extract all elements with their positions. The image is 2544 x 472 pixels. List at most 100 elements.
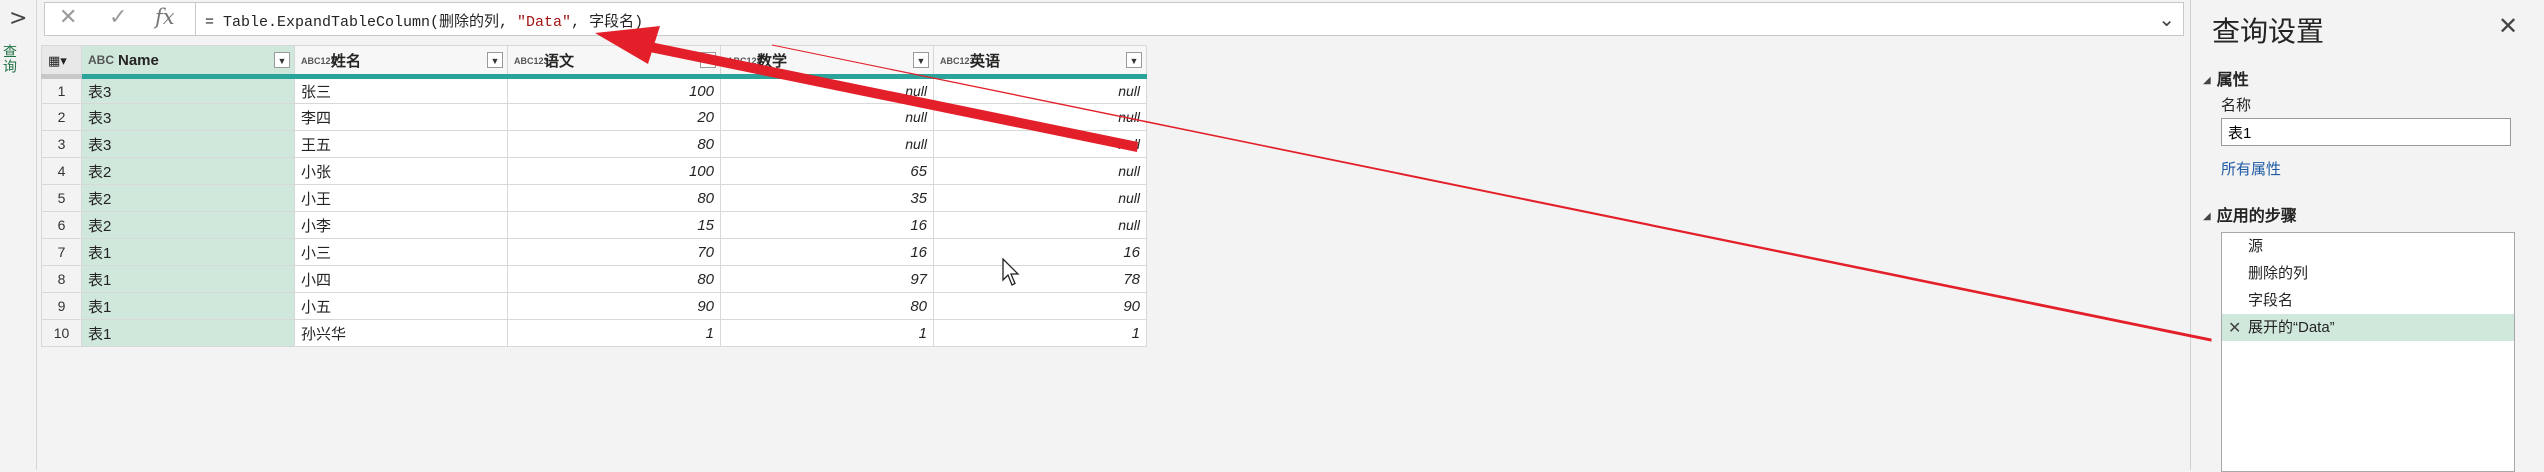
table-cell[interactable]: 小五 (294, 292, 508, 320)
table-cell[interactable]: 100 (507, 76, 721, 104)
filter-dropdown-icon[interactable]: ▼ (1126, 52, 1142, 68)
table-cell[interactable]: 70 (507, 238, 721, 266)
table-row[interactable]: 8 表1 小四 80 97 78 (41, 265, 1147, 293)
filter-dropdown-icon[interactable]: ▼ (913, 52, 929, 68)
applied-steps-section-header[interactable]: ◢ 应用的步骤 (2203, 202, 2297, 226)
table-cell[interactable]: 小张 (294, 157, 508, 185)
all-properties-link[interactable]: 所有属性 (2221, 158, 2281, 179)
table-cell[interactable]: 表3 (81, 130, 295, 158)
table-cell[interactable]: 80 (507, 184, 721, 212)
filter-dropdown-icon[interactable]: ▼ (487, 52, 503, 68)
row-number[interactable]: 10 (41, 319, 82, 347)
query-name-input[interactable] (2221, 118, 2511, 146)
applied-step-item[interactable]: 删除的列 (2222, 260, 2514, 287)
table-cell[interactable]: 100 (507, 157, 721, 185)
table-cell[interactable]: 16 (933, 238, 1147, 266)
table-cell[interactable]: 20 (507, 103, 721, 131)
table-cell[interactable]: 65 (720, 157, 934, 185)
filter-dropdown-icon[interactable]: ▼ (274, 52, 290, 68)
close-icon[interactable]: ✕ (2498, 12, 2518, 40)
expand-queries-icon[interactable]: > (9, 6, 27, 31)
formula-input[interactable]: = Table.ExpandTableColumn(删除的列, "Data", … (205, 10, 643, 31)
table-cell[interactable]: 90 (933, 292, 1147, 320)
table-cell[interactable]: 15 (507, 211, 721, 239)
table-row[interactable]: 10 表1 孙兴华 1 1 1 (41, 319, 1147, 347)
confirm-formula-icon[interactable]: ✓ (109, 5, 127, 30)
column-header-xingming[interactable]: ABC123姓名 ▼ (294, 45, 508, 79)
table-cell[interactable]: 表2 (81, 184, 295, 212)
table-cell[interactable]: 90 (507, 292, 721, 320)
delete-step-icon[interactable]: ✕ (2228, 314, 2241, 341)
any-type-icon[interactable]: ABC123 (940, 57, 975, 66)
table-cell[interactable]: 表2 (81, 211, 295, 239)
row-number[interactable]: 5 (41, 184, 82, 212)
row-number[interactable]: 3 (41, 130, 82, 158)
fx-icon[interactable]: fx (155, 5, 175, 29)
table-cell[interactable]: 小王 (294, 184, 508, 212)
table-cell[interactable]: 表1 (81, 238, 295, 266)
applied-step-item[interactable]: ✕ 展开的“Data” (2222, 314, 2514, 341)
table-cell[interactable]: 小四 (294, 265, 508, 293)
row-number[interactable]: 7 (41, 238, 82, 266)
table-cell[interactable]: 表1 (81, 265, 295, 293)
table-cell[interactable]: 王五 (294, 130, 508, 158)
table-cell[interactable]: 表2 (81, 157, 295, 185)
any-type-icon[interactable]: ABC123 (727, 57, 762, 66)
table-cell[interactable]: 表1 (81, 319, 295, 347)
row-number[interactable]: 1 (41, 76, 82, 104)
table-cell[interactable]: 小李 (294, 211, 508, 239)
table-cell[interactable]: 表1 (81, 292, 295, 320)
collapse-triangle-icon[interactable]: ◢ (2203, 75, 2211, 86)
any-type-icon[interactable]: ABC123 (514, 57, 549, 66)
row-number[interactable]: 9 (41, 292, 82, 320)
table-cell[interactable]: null (933, 157, 1147, 185)
table-cell[interactable]: 1 (720, 319, 934, 347)
table-cell[interactable]: null (933, 76, 1147, 104)
column-header-shuxue[interactable]: ABC123数学 ▼ (720, 45, 934, 79)
column-header-yuwen[interactable]: ABC123语文 ▼ (507, 45, 721, 79)
table-row[interactable]: 7 表1 小三 70 16 16 (41, 238, 1147, 266)
applied-step-item[interactable]: 源 (2222, 233, 2514, 260)
table-row[interactable]: 5 表2 小王 80 35 null (41, 184, 1147, 212)
column-header-yingyu[interactable]: ABC123英语 ▼ (933, 45, 1147, 79)
table-cell[interactable]: 孙兴华 (294, 319, 508, 347)
row-number[interactable]: 2 (41, 103, 82, 131)
filter-dropdown-icon[interactable]: ▼ (700, 52, 716, 68)
text-type-icon[interactable]: ABC (88, 54, 114, 66)
queries-pane-collapsed[interactable]: > 查询 (0, 0, 37, 470)
table-cell[interactable]: 78 (933, 265, 1147, 293)
table-cell[interactable]: 80 (720, 292, 934, 320)
table-cell[interactable]: null (933, 130, 1147, 158)
row-number[interactable]: 4 (41, 157, 82, 185)
table-row[interactable]: 3 表3 王五 80 null null (41, 130, 1147, 158)
table-cell[interactable]: 张三 (294, 76, 508, 104)
applied-step-item[interactable]: 字段名 (2222, 287, 2514, 314)
row-number[interactable]: 8 (41, 265, 82, 293)
table-cell[interactable]: 97 (720, 265, 934, 293)
table-row[interactable]: 2 表3 李四 20 null null (41, 103, 1147, 131)
any-type-icon[interactable]: ABC123 (301, 57, 336, 66)
properties-section-header[interactable]: ◢ 属性 (2203, 66, 2249, 90)
table-cell[interactable]: 80 (507, 130, 721, 158)
table-cell[interactable]: 1 (933, 319, 1147, 347)
table-cell[interactable]: 1 (507, 319, 721, 347)
table-cell[interactable]: 表3 (81, 76, 295, 104)
table-cell[interactable]: 16 (720, 238, 934, 266)
table-cell[interactable]: 李四 (294, 103, 508, 131)
cancel-formula-icon[interactable]: ✕ (59, 5, 77, 30)
expand-formula-icon[interactable]: ⌄ (2158, 7, 2175, 31)
column-header-name[interactable]: ABC Name ▼ (81, 45, 295, 79)
table-menu-button[interactable]: ▦▾ (41, 45, 82, 79)
table-row[interactable]: 9 表1 小五 90 80 90 (41, 292, 1147, 320)
row-number[interactable]: 6 (41, 211, 82, 239)
table-row[interactable]: 6 表2 小李 15 16 null (41, 211, 1147, 239)
table-cell[interactable]: 16 (720, 211, 934, 239)
collapse-triangle-icon[interactable]: ◢ (2203, 211, 2211, 222)
table-cell[interactable]: 表3 (81, 103, 295, 131)
table-cell[interactable]: null (720, 103, 934, 131)
table-row[interactable]: 1 表3 张三 100 null null (41, 76, 1147, 104)
table-cell[interactable]: 小三 (294, 238, 508, 266)
table-cell[interactable]: null (933, 103, 1147, 131)
table-row[interactable]: 4 表2 小张 100 65 null (41, 157, 1147, 185)
table-cell[interactable]: null (720, 130, 934, 158)
